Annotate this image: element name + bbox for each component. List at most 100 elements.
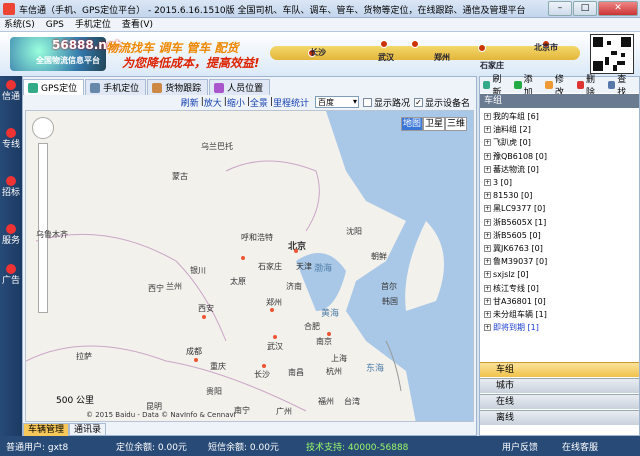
sms-balance: 短信余额: 0.00元 [208,442,279,453]
tab-phone[interactable]: 手机定位 [85,79,147,95]
tree-item[interactable]: + 浙B5605X [1] [480,216,639,229]
window-title: 车信通（手机、GPS定位平台） - 2015.6.16.1510版 全国司机、车… [19,6,526,16]
title-bar: 车信通（手机、GPS定位平台） - 2015.6.16.1510版 全国司机、车… [0,0,640,18]
tree-item[interactable]: + 黑LC9377 [0] [480,202,639,215]
status-bar: 普通用户: gxt8 定位余额: 0.00元 短信余额: 0.00元 技术支持:… [0,436,640,456]
banner: 56888.net 全国物流信息平台 物流找车 调车 管车 配货 为您降低成本，… [0,32,640,76]
full-view-link[interactable]: 全景 [250,96,268,109]
map-label: 南昌 [288,368,304,377]
map-label: 台湾 [344,397,360,406]
map-label: 长沙 [254,370,270,379]
accordion-city[interactable]: 城市 [480,378,639,393]
sea-label: 黄海 [321,309,340,319]
tree-item[interactable]: + 飞趴虎 [0] [480,136,639,149]
tab-gps[interactable]: GPS定位 [23,79,85,95]
sidebar-item-guanggao[interactable]: 广告 [0,264,22,286]
map-label: 石家庄 [258,262,282,271]
map-scale: 500 公里 [56,396,95,406]
tree-item[interactable]: + 冀JK6763 [0] [480,242,639,255]
map-pan-control[interactable] [32,117,54,139]
show-traffic-checkbox[interactable] [362,97,372,107]
map-view[interactable]: 地图 卫星 三维 黄海 东海 渤海 蒙古 乌兰巴托 呼和浩特 北京 天津 石家庄… [25,110,474,422]
city-label: 长沙 [310,48,326,57]
tree-item[interactable]: + 豫QB6108 [0] [480,150,639,163]
map-zoom-slider[interactable] [38,143,48,313]
maximize-button[interactable]: □ [573,1,597,16]
map-type-satellite[interactable]: 卫星 [423,117,445,131]
route-dot [478,44,486,52]
map-label: 贵阳 [206,387,222,396]
menu-gps[interactable]: GPS [46,18,64,31]
menu-phone-location[interactable]: 手机定位 [75,18,111,31]
city-marker [270,308,274,312]
search-icon [607,81,616,89]
accordion-vehicle-group[interactable]: 车组 [480,362,639,377]
tab-vehicle-management[interactable]: 车辆管理 [23,423,70,437]
sidebar-item-fuwu[interactable]: 服务 [0,224,22,246]
edit-icon [545,81,553,89]
map-label: 广州 [276,407,292,416]
accordion-offline[interactable]: 离线 [480,410,639,425]
close-button[interactable]: ✕ [598,1,638,16]
sidebar-icon [6,128,16,138]
tab-cargo[interactable]: 货物跟踪 [147,79,209,95]
map-label: 西安 [198,304,214,313]
tree-item[interactable]: + sxjslz [0] [480,268,639,281]
tree-item[interactable]: + 蕃达物流 [0] [480,163,639,176]
minimize-button[interactable]: – [548,1,572,16]
feedback-link[interactable]: 用户反馈 [502,440,562,453]
tree-item[interactable]: + 我的车组 [6] [480,110,639,123]
group-header: 车组 [480,94,639,108]
tree-item[interactable]: + 浙B5605 [0] [480,229,639,242]
tree-item[interactable]: + 油料组 [2] [480,123,639,136]
tree-item[interactable]: + 未分组车辆 [1] [480,308,639,321]
menu-view[interactable]: 查看(V) [122,18,153,31]
sidebar-item-zhaobiao[interactable]: 招标 [0,176,22,198]
delete-icon [576,81,585,89]
tree-item[interactable]: + 核江专线 [0] [480,281,639,294]
city-marker [241,256,245,260]
gps-icon [28,82,38,93]
city-marker [202,315,206,319]
map-label: 杭州 [326,367,342,376]
tab-contacts[interactable]: 通讯录 [69,423,107,437]
tree-item[interactable]: +3 [0] [480,176,639,189]
tree-item[interactable]: + 甘A36801 [0] [480,295,639,308]
user-status: 普通用户: gxt8 [6,442,69,453]
mileage-link[interactable]: 里程统计 [273,96,309,109]
route-dot [380,40,388,48]
menu-system[interactable]: 系统(S) [4,18,35,31]
tree-item[interactable]: + 即将到期 [1] [480,321,639,334]
map-label: 拉萨 [76,352,92,361]
sea-label: 渤海 [314,264,333,274]
map-label: 沈阳 [346,227,362,236]
zoom-out-link[interactable]: 缩小 [227,96,245,109]
city-marker [194,358,198,362]
tab-people[interactable]: 人员位置 [209,79,271,95]
map-type-map[interactable]: 地图 [401,117,423,131]
map-provider-select[interactable]: 百度 [314,96,359,108]
show-device-label: 显示设备名 [424,98,470,109]
show-device-checkbox[interactable]: ✓ [413,97,423,107]
refresh-link[interactable]: 刷新 [181,96,199,109]
city-marker [294,249,298,253]
refresh-icon [483,81,491,89]
map-label: 福州 [318,397,334,406]
zoom-in-link[interactable]: 放大 [204,96,222,109]
slogan-line2: 为您降低成本，提高效益! [122,56,260,70]
map-label: 天津 [296,262,312,271]
online-service-link[interactable]: 在线客服 [562,440,618,453]
map-label: 蒙古 [172,172,188,181]
map-type-3d[interactable]: 三维 [445,117,467,131]
person-icon [214,82,225,93]
sidebar-item-zhuanxian[interactable]: 专线 [0,128,22,150]
map-label: 银川 [190,266,206,275]
tree-item[interactable]: +81530 [0] [480,189,639,202]
city-marker [273,335,277,339]
sidebar-item-xintong[interactable]: 信通 [0,80,22,102]
sidebar-icon [6,264,16,274]
map-label: 韩国 [382,297,398,306]
main-panel: GPS定位 手机定位 货物跟踪 人员位置 刷新 | 放大 | 缩小 | 全景 | 里程统… [22,76,477,437]
tree-item[interactable]: + 鲁M39037 [0] [480,255,639,268]
accordion-online[interactable]: 在线 [480,394,639,409]
